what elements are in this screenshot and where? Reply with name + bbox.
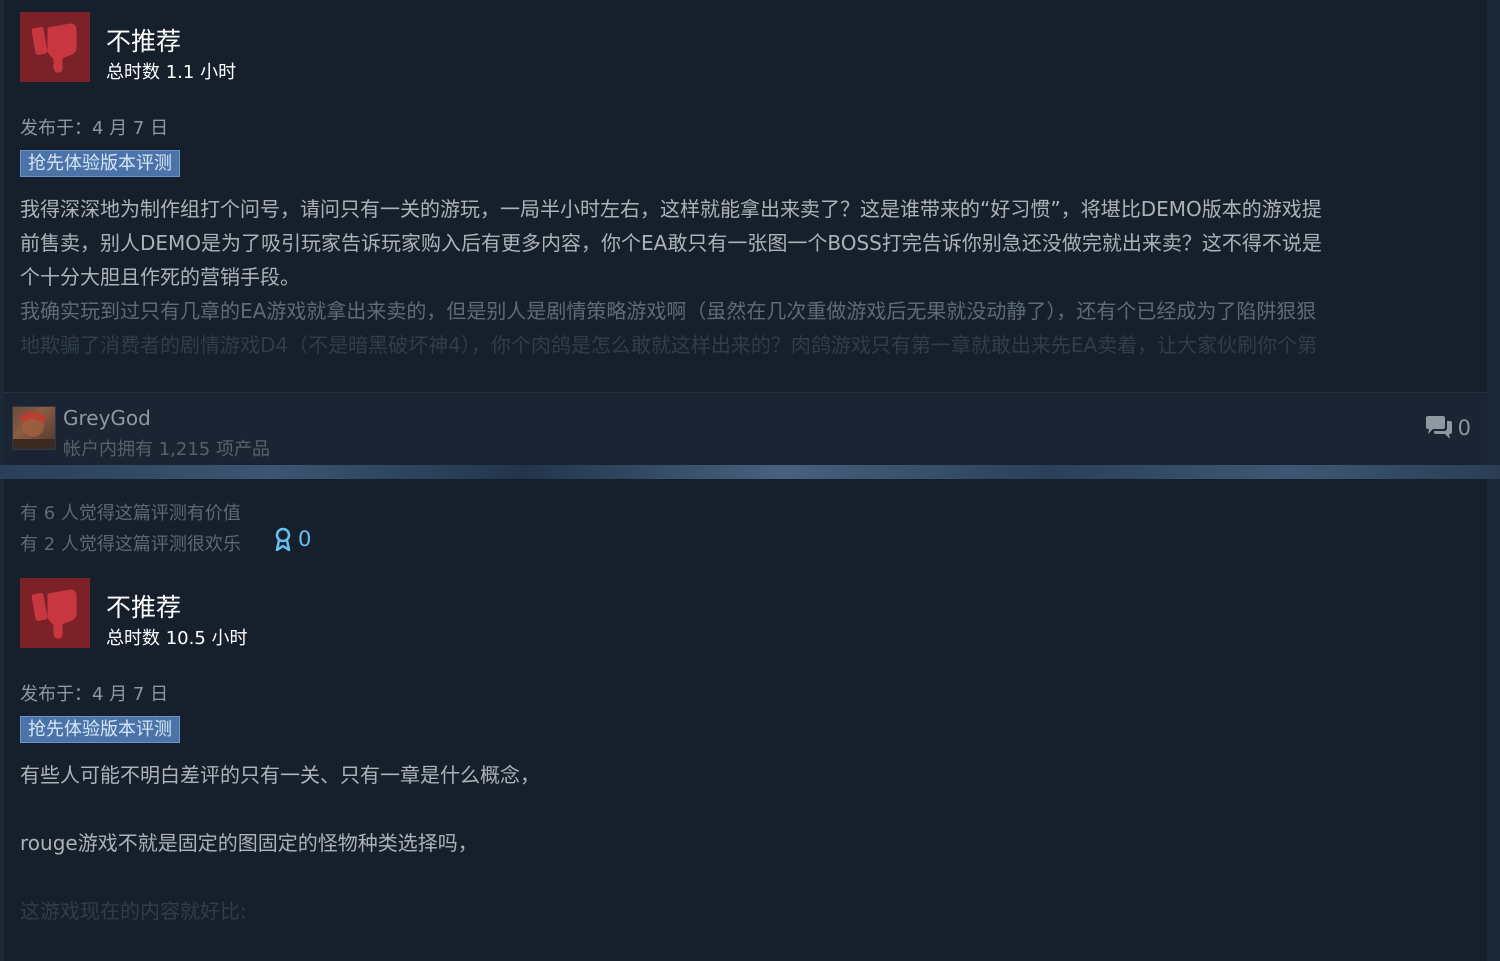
review-paragraph: rouge游戏不就是固定的图固定的怪物种类选择吗， [20, 831, 478, 855]
comment-count: 0 [1457, 416, 1471, 440]
playtime-hours: 总时数 1.1 小时 [106, 62, 237, 83]
early-access-badge: 抢先体验版本评测 [20, 150, 180, 177]
comment-bubble-icon [1425, 416, 1452, 439]
review-paragraph: 有些人可能不明白差评的只有一关、只有一章是什么概念， [20, 763, 540, 787]
review-paragraph: 前售卖，别人DEMO是为了吸引玩家告诉玩家购入后有更多内容，你个EA敢只有一张图… [20, 231, 1322, 255]
review-paragraph: 地欺骗了消费者的剧情游戏D4（不是暗黑破坏神4），你个肉鸽是怎么敢就这样出来的？… [20, 333, 1318, 357]
review-body: 我得深深地为制作组打个问号，请问只有一关的游玩，一局半小时左右，这样就能拿出来卖… [20, 192, 1482, 362]
recommendation-label: 不推荐 [106, 27, 182, 56]
playtime-hours: 总时数 10.5 小时 [106, 628, 248, 649]
thumbs-down-icon [20, 12, 90, 82]
posted-date: 发布于：4 月 7 日 [20, 684, 169, 705]
review-card-2: 有 6 人觉得这篇评测有价值 有 2 人觉得这篇评测很欢乐 0 不推荐 总时数 … [4, 479, 1487, 961]
author-products: 帐户内拥有 1,215 项产品 [63, 439, 270, 460]
author-name[interactable]: GreyGod [63, 406, 151, 430]
funny-count-text: 有 2 人觉得这篇评测很欢乐 [20, 534, 241, 555]
helpful-count-text: 有 6 人觉得这篇评测有价值 [20, 503, 241, 524]
award-ribbon-icon [275, 527, 291, 551]
award-count: 0 [298, 527, 312, 551]
avatar[interactable] [12, 406, 56, 450]
review-paragraph: 我确实玩到过只有几章的EA游戏就拿出来卖的，但是别人是剧情策略游戏啊（虽然在几次… [20, 299, 1317, 323]
review-page: 不推荐 总时数 1.1 小时 发布于：4 月 7 日 抢先体验版本评测 我得深深… [0, 0, 1500, 961]
review-body: 有些人可能不明白差评的只有一关、只有一章是什么概念， rouge游戏不就是固定的… [20, 758, 1482, 928]
background-strip [0, 465, 1500, 479]
review-paragraph: 我得深深地为制作组打个问号，请问只有一关的游玩，一局半小时左右，这样就能拿出来卖… [20, 197, 1322, 221]
award-button[interactable]: 0 [274, 527, 311, 551]
review-card-1: 不推荐 总时数 1.1 小时 发布于：4 月 7 日 抢先体验版本评测 我得深深… [4, 0, 1487, 466]
recommendation-label: 不推荐 [106, 593, 182, 622]
review-paragraph: 这游戏现在的内容就好比: [20, 899, 247, 923]
thumbs-down-icon [20, 578, 90, 648]
posted-date: 发布于：4 月 7 日 [20, 118, 169, 139]
early-access-badge: 抢先体验版本评测 [20, 716, 180, 743]
review-paragraph: 个十分大胆且作死的营销手段。 [20, 265, 300, 289]
comments-button[interactable]: 0 [1424, 415, 1471, 441]
review-author-bar: GreyGod 帐户内拥有 1,215 项产品 0 [4, 392, 1487, 466]
